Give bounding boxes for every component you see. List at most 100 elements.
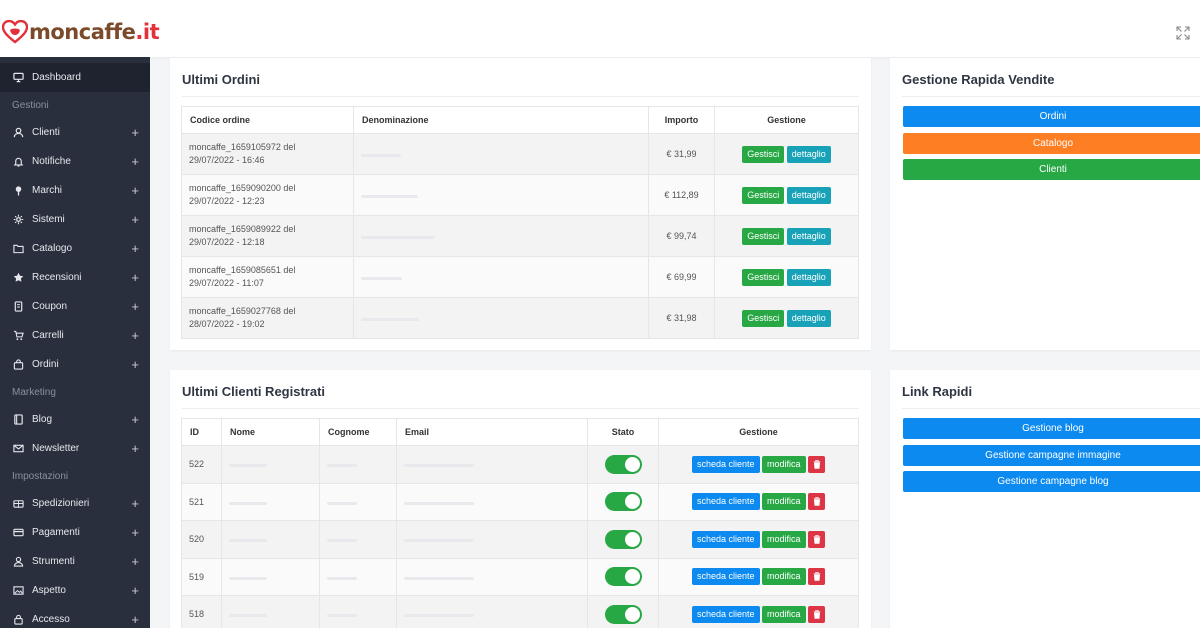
client-card-button[interactable]: scheda cliente <box>691 455 760 473</box>
edit-client-button[interactable]: modifica <box>762 493 806 511</box>
client-card-button[interactable]: scheda cliente <box>691 493 760 511</box>
delete-client-button[interactable] <box>808 493 826 511</box>
expand-plus-icon[interactable]: + <box>131 212 139 227</box>
brand-logo[interactable]: moncaffe.it <box>2 20 160 44</box>
order-code-cell: moncaffe_1659090200 del 29/07/2022 - 12:2… <box>181 174 354 216</box>
quick-sales-divider <box>902 96 1200 97</box>
delete-client-button[interactable] <box>808 568 826 586</box>
sidebar-item-blog[interactable]: Blog + <box>0 405 150 434</box>
redacted-text <box>361 195 418 198</box>
sidebar-item-newsletter[interactable]: Newsletter + <box>0 434 150 463</box>
sidebar-item-carrelli[interactable]: Carrelli + <box>0 321 150 350</box>
edit-client-button[interactable]: modifica <box>762 605 806 623</box>
quick-catalog-button[interactable]: Catalogo <box>903 133 1200 154</box>
expand-plus-icon[interactable]: + <box>131 125 139 140</box>
table-row: 519 scheda cliente modifica <box>181 557 859 596</box>
status-toggle[interactable] <box>604 454 642 474</box>
delete-client-button[interactable] <box>808 530 826 548</box>
sidebar-item-marchi[interactable]: Marchi + <box>0 176 150 205</box>
client-card-button[interactable]: scheda cliente <box>691 568 760 586</box>
delete-client-button[interactable] <box>808 455 826 473</box>
sidebar-item-coupon[interactable]: Coupon + <box>0 292 150 321</box>
client-card-button[interactable]: scheda cliente <box>691 605 760 623</box>
sidebar-item-strumenti[interactable]: Strumenti + <box>0 547 150 576</box>
expand-plus-icon[interactable]: + <box>131 183 139 198</box>
client-card-button[interactable]: scheda cliente <box>691 530 760 548</box>
col-importo: Importo <box>648 106 715 134</box>
edit-client-button[interactable]: modifica <box>762 455 806 473</box>
redacted-text <box>327 464 357 468</box>
status-toggle[interactable] <box>604 529 642 549</box>
sidebar-item-notifiche[interactable]: Notifiche + <box>0 147 150 176</box>
sidebar-item-clienti[interactable]: Clienti + <box>0 118 150 147</box>
manage-order-button[interactable]: Gestisci <box>742 186 785 204</box>
quick-links-divider <box>902 408 1200 409</box>
trash-icon <box>813 609 821 621</box>
clients-title: Ultimi Clienti Registrati <box>182 384 326 399</box>
manage-order-button[interactable]: Gestisci <box>742 227 785 245</box>
expand-plus-icon[interactable]: + <box>131 583 139 598</box>
order-actions-cell: Gestisci dettaglio <box>714 297 859 339</box>
sidebar-item-label: Catalogo <box>32 243 73 254</box>
sidebar-item-recensioni[interactable]: Recensioni + <box>0 263 150 292</box>
order-code-cell: moncaffe_1659089922 del 29/07/2022 - 12:1… <box>181 215 354 257</box>
order-name-cell <box>353 174 649 216</box>
client-status-cell <box>587 520 659 559</box>
sidebar-item-spedizionieri[interactable]: Spedizionieri + <box>0 489 150 518</box>
quick-clients-button[interactable]: Clienti <box>903 159 1200 180</box>
status-toggle[interactable] <box>604 567 642 587</box>
expand-plus-icon[interactable]: + <box>131 154 139 169</box>
sidebar-item-aspetto[interactable]: Aspetto + <box>0 576 150 605</box>
manage-order-button[interactable]: Gestisci <box>742 309 785 327</box>
col-cognome: Cognome <box>319 418 397 446</box>
link-campagne-immagine-button[interactable]: Gestione campagne immagine <box>903 445 1200 466</box>
sidebar-section-gestioni: Gestioni <box>12 99 49 111</box>
sidebar-group-gestioni: Clienti + Notifiche + Marchi + Sistemi + Catalog… <box>0 118 150 379</box>
table-row: moncaffe_1659105972 del 29/07/2022 - 16:4… <box>181 133 859 175</box>
status-toggle[interactable] <box>604 492 642 512</box>
clients-table: ID Nome Cognome Email Stato Gestione 522… <box>181 418 859 628</box>
expand-plus-icon[interactable]: + <box>131 241 139 256</box>
order-detail-button[interactable]: dettaglio <box>786 227 831 245</box>
sidebar-item-sistemi[interactable]: Sistemi + <box>0 205 150 234</box>
expand-plus-icon[interactable]: + <box>131 357 139 372</box>
sidebar-item-catalogo[interactable]: Catalogo + <box>0 234 150 263</box>
manage-order-button[interactable]: Gestisci <box>742 145 785 163</box>
expand-plus-icon[interactable]: + <box>131 612 139 627</box>
delete-client-button[interactable] <box>808 605 826 623</box>
trash-icon <box>813 459 821 471</box>
sidebar-item-accesso[interactable]: Accesso + <box>0 605 150 628</box>
redacted-text <box>327 539 357 543</box>
client-surname-cell <box>319 557 397 596</box>
expand-plus-icon[interactable]: + <box>131 328 139 343</box>
link-campagne-blog-button[interactable]: Gestione campagne blog <box>903 471 1200 492</box>
expand-plus-icon[interactable]: + <box>131 496 139 511</box>
order-actions-cell: Gestisci dettaglio <box>714 256 859 298</box>
expand-plus-icon[interactable]: + <box>131 441 139 456</box>
order-detail-button[interactable]: dettaglio <box>786 268 831 286</box>
order-detail-button[interactable]: dettaglio <box>786 145 831 163</box>
client-email-cell <box>396 557 588 596</box>
sidebar-item-pagamenti[interactable]: Pagamenti + <box>0 518 150 547</box>
sidebar-item-ordini[interactable]: Ordini + <box>0 350 150 379</box>
order-detail-button[interactable]: dettaglio <box>786 309 831 327</box>
sidebar-item-label: Ordini <box>32 359 59 370</box>
quick-orders-button[interactable]: Ordini <box>903 106 1200 127</box>
edit-client-button[interactable]: modifica <box>762 530 806 548</box>
manage-order-button[interactable]: Gestisci <box>742 268 785 286</box>
edit-client-button[interactable]: modifica <box>762 568 806 586</box>
client-name-cell <box>221 520 320 559</box>
expand-plus-icon[interactable]: + <box>131 299 139 314</box>
client-id: 518 <box>181 595 222 628</box>
expand-plus-icon[interactable]: + <box>131 270 139 285</box>
col-id: ID <box>181 418 222 446</box>
order-detail-button[interactable]: dettaglio <box>786 186 831 204</box>
expand-plus-icon[interactable]: + <box>131 412 139 427</box>
status-toggle[interactable] <box>604 604 642 624</box>
sidebar-item-dashboard[interactable]: Dashboard <box>0 63 150 92</box>
expand-icon[interactable] <box>1176 26 1190 40</box>
expand-plus-icon[interactable]: + <box>131 525 139 540</box>
sidebar-item-label: Strumenti <box>32 556 75 567</box>
link-blog-button[interactable]: Gestione blog <box>903 418 1200 439</box>
expand-plus-icon[interactable]: + <box>131 554 139 569</box>
